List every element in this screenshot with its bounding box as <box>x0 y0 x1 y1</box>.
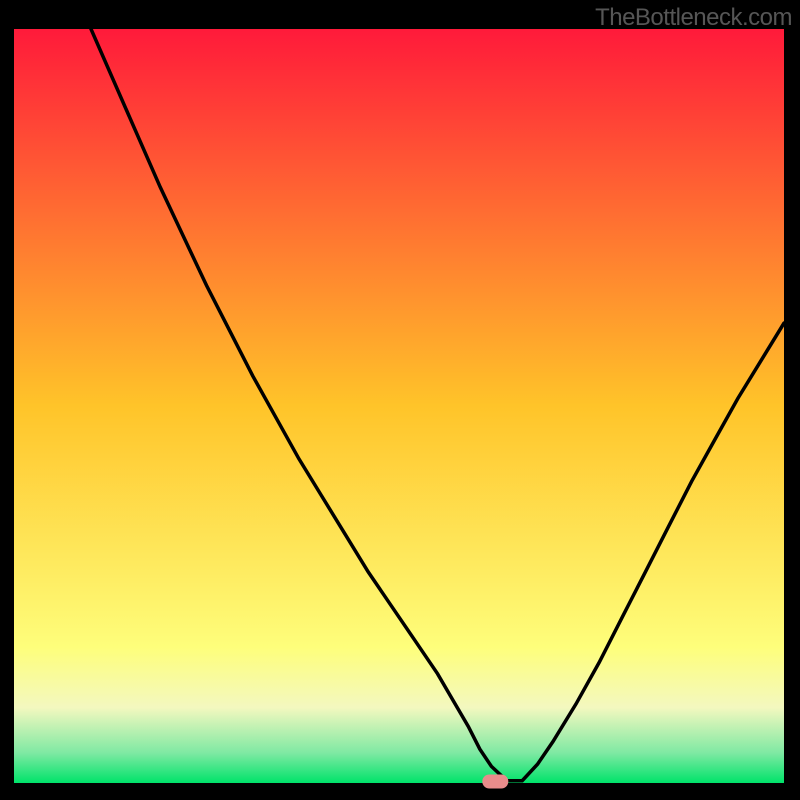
optimal-point-marker <box>482 775 508 789</box>
bottleneck-chart <box>14 29 784 799</box>
chart-frame <box>14 29 784 799</box>
bottom-border <box>14 783 784 799</box>
gradient-background <box>14 29 784 783</box>
watermark-text: TheBottleneck.com <box>595 4 792 32</box>
